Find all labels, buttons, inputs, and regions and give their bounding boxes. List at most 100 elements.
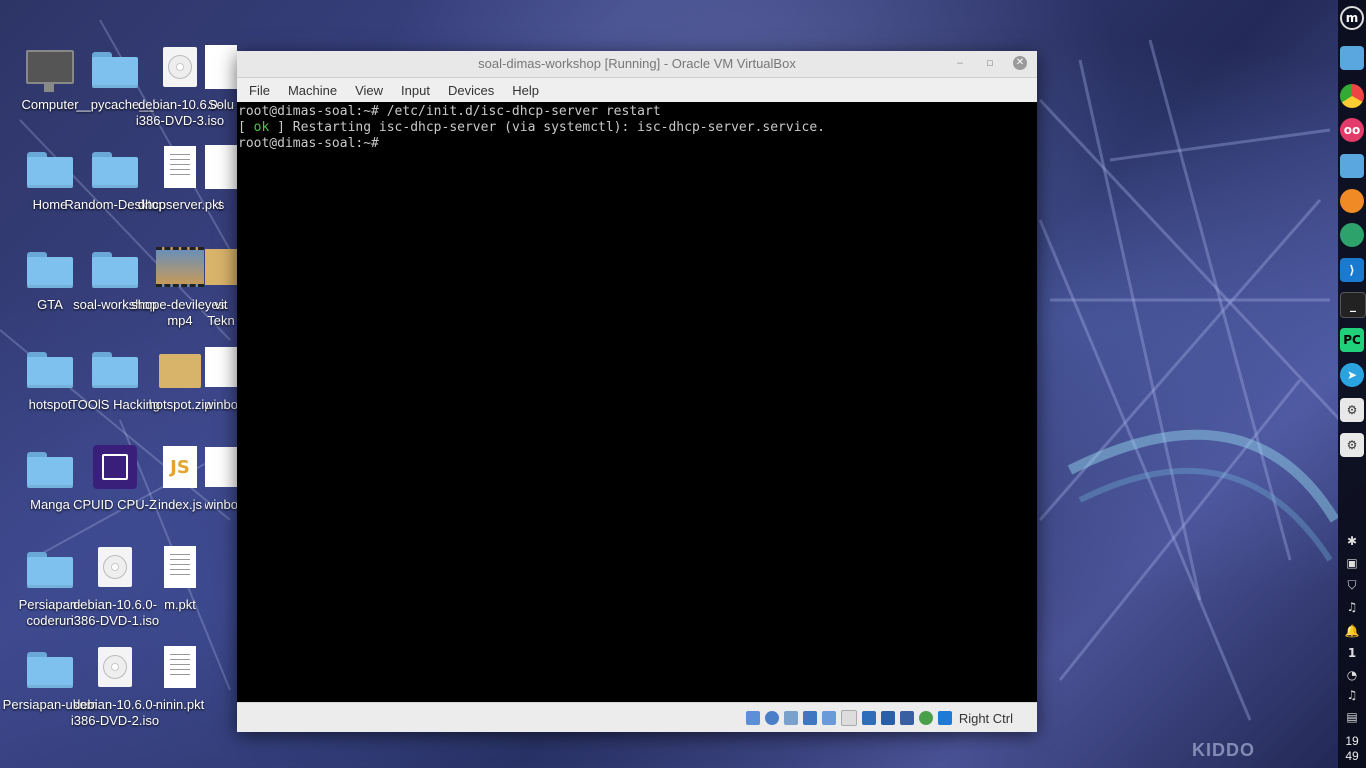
host-key-label: Right Ctrl xyxy=(958,710,1013,726)
files-icon[interactable] xyxy=(1340,46,1364,70)
video-icon xyxy=(156,243,204,291)
optical-drive-icon[interactable] xyxy=(764,711,779,725)
desktop-icon-label: Computer xyxy=(21,97,79,112)
vscode-icon[interactable]: ⟩ xyxy=(1340,258,1364,282)
desktop-icon-partial[interactable]: vit Tekn xyxy=(205,243,237,329)
menubar: File Machine View Input Devices Help xyxy=(237,78,1037,103)
clipboard-icon[interactable]: ▣ xyxy=(1338,556,1366,570)
vm-console[interactable]: root@dimas-soal:~# /etc/init.d/isc-dhcp-… xyxy=(237,102,1037,702)
folder-icon xyxy=(26,343,74,391)
desktop-icon-label: m.pkt xyxy=(164,597,196,612)
folder-icon xyxy=(26,643,74,691)
settings-icon[interactable]: ⚙ xyxy=(1340,398,1364,422)
folder-icon xyxy=(26,543,74,591)
folder-icon xyxy=(91,243,139,291)
desktop-icon-partial[interactable]: winbo xyxy=(205,343,237,413)
desktop-icon-label: Solu xyxy=(207,97,235,112)
desktop-icon-label: Manga xyxy=(30,497,70,512)
window-titlebar[interactable]: soal-dimas-workshop [Running] - Oracle V… xyxy=(237,51,1037,78)
terminal-text: [ xyxy=(238,120,254,135)
terminal-line: [ ok ] Restarting isc-dhcp-server (via s… xyxy=(237,120,1037,136)
partial-app-icon xyxy=(205,43,237,91)
music-icon[interactable]: ♫ xyxy=(1338,600,1366,614)
android-studio-icon[interactable] xyxy=(1340,223,1364,247)
wifi-icon[interactable]: ◔ xyxy=(1338,668,1366,682)
linux-mint-menu-icon[interactable]: m xyxy=(1340,6,1364,30)
desktop-icon-partial[interactable]: winbo xyxy=(205,443,237,513)
archive-icon xyxy=(205,243,237,291)
flickr-icon[interactable]: oo xyxy=(1340,118,1364,142)
clock-minute: 49 xyxy=(1345,749,1359,763)
desktop-icon-ninin-pkt[interactable]: ninin.pkt xyxy=(140,643,220,713)
firefox-icon[interactable] xyxy=(1340,189,1364,213)
terminal-icon[interactable]: _ xyxy=(1340,292,1366,318)
folder-icon xyxy=(91,43,139,91)
winbox-icon xyxy=(205,443,237,491)
files-icon[interactable] xyxy=(1340,154,1364,178)
status-icons: Right Ctrl xyxy=(745,710,1013,726)
menu-devices[interactable]: Devices xyxy=(442,83,500,98)
clock[interactable]: 19 49 xyxy=(1338,734,1366,764)
menu-view[interactable]: View xyxy=(349,83,389,98)
document-icon xyxy=(205,143,237,191)
desktop-icon-partial[interactable]: Solu xyxy=(205,43,237,113)
cpu-z-icon xyxy=(91,443,139,491)
cpu-icon[interactable] xyxy=(899,711,914,725)
side-panel: m oo ⟩ _ PC ➤ ⚙ ⚙ ✱ ▣ ⛉ ♫ 🔔 1 ◔ ♫ ▤ 19 4… xyxy=(1338,0,1366,768)
shared-folders-icon[interactable] xyxy=(840,710,857,726)
music-icon[interactable]: ♫ xyxy=(1338,688,1366,702)
shield-icon[interactable]: ⛉ xyxy=(1338,578,1366,593)
virtualbox-window[interactable]: soal-dimas-workshop [Running] - Oracle V… xyxy=(237,51,1037,732)
js-file-icon: JS xyxy=(156,443,204,491)
menu-input[interactable]: Input xyxy=(395,83,436,98)
chrome-icon[interactable] xyxy=(1340,84,1364,108)
workspace-indicator[interactable]: 1 xyxy=(1338,646,1366,660)
audio-icon[interactable] xyxy=(783,711,798,725)
terminal-text: ] Restarting isc-dhcp-server (via system… xyxy=(269,120,826,135)
maximize-button[interactable]: ▫ xyxy=(983,56,997,70)
clipboard-icon[interactable]: ▤ xyxy=(1338,710,1366,724)
menu-file[interactable]: File xyxy=(243,83,276,98)
usb-icon[interactable] xyxy=(821,711,836,725)
winbox-icon xyxy=(205,343,237,391)
network-icon[interactable] xyxy=(802,711,817,725)
disc-icon xyxy=(156,43,204,91)
terminal-line: root@dimas-soal:~# /etc/init.d/isc-dhcp-… xyxy=(238,104,661,119)
bluetooth-icon[interactable]: ✱ xyxy=(1338,534,1366,548)
mouse-integration-icon[interactable] xyxy=(918,711,933,725)
desktop-icon-m-pkt[interactable]: m.pkt xyxy=(140,543,220,613)
disc-icon xyxy=(91,643,139,691)
folder-icon xyxy=(91,143,139,191)
desktop-icon-label: vit Tekn xyxy=(207,297,235,328)
window-title: soal-dimas-workshop [Running] - Oracle V… xyxy=(478,56,796,71)
menu-help[interactable]: Help xyxy=(506,83,545,98)
folder-icon xyxy=(26,243,74,291)
notification-icon[interactable]: 🔔 xyxy=(1338,624,1366,638)
archive-icon xyxy=(156,343,204,391)
display-icon[interactable] xyxy=(861,711,876,725)
terminal-prompt: root@dimas-soal:~# xyxy=(238,136,387,151)
close-button[interactable]: ✕ xyxy=(1013,56,1027,70)
desktop-icon-label: Home xyxy=(32,197,68,212)
telegram-icon[interactable]: ➤ xyxy=(1340,363,1364,387)
settings-icon[interactable]: ⚙ xyxy=(1340,433,1364,457)
menu-machine[interactable]: Machine xyxy=(282,83,343,98)
document-icon xyxy=(156,143,204,191)
hard-disk-icon[interactable] xyxy=(745,711,760,725)
desktop-icon-label: index.js xyxy=(157,497,203,512)
desktop-icon-label: winbo xyxy=(205,497,237,512)
desktop-icon-label: hotspot.zip xyxy=(148,397,212,412)
desktop-icon-partial[interactable]: s xyxy=(205,143,237,213)
clock-hour: 19 xyxy=(1345,734,1359,748)
folder-icon xyxy=(26,443,74,491)
statusbar: Right Ctrl xyxy=(237,702,1037,732)
minimize-button[interactable]: ‒ xyxy=(953,56,967,70)
pycharm-icon[interactable]: PC xyxy=(1340,328,1364,352)
desktop-icon-label: GTA xyxy=(37,297,63,312)
document-icon xyxy=(156,543,204,591)
computer-icon xyxy=(26,43,74,92)
keyboard-capture-icon[interactable] xyxy=(937,711,952,725)
video-capture-icon[interactable] xyxy=(880,711,895,725)
wallpaper-watermark: KIDDO xyxy=(1192,740,1255,760)
desktop-icon-label: s xyxy=(217,197,225,212)
